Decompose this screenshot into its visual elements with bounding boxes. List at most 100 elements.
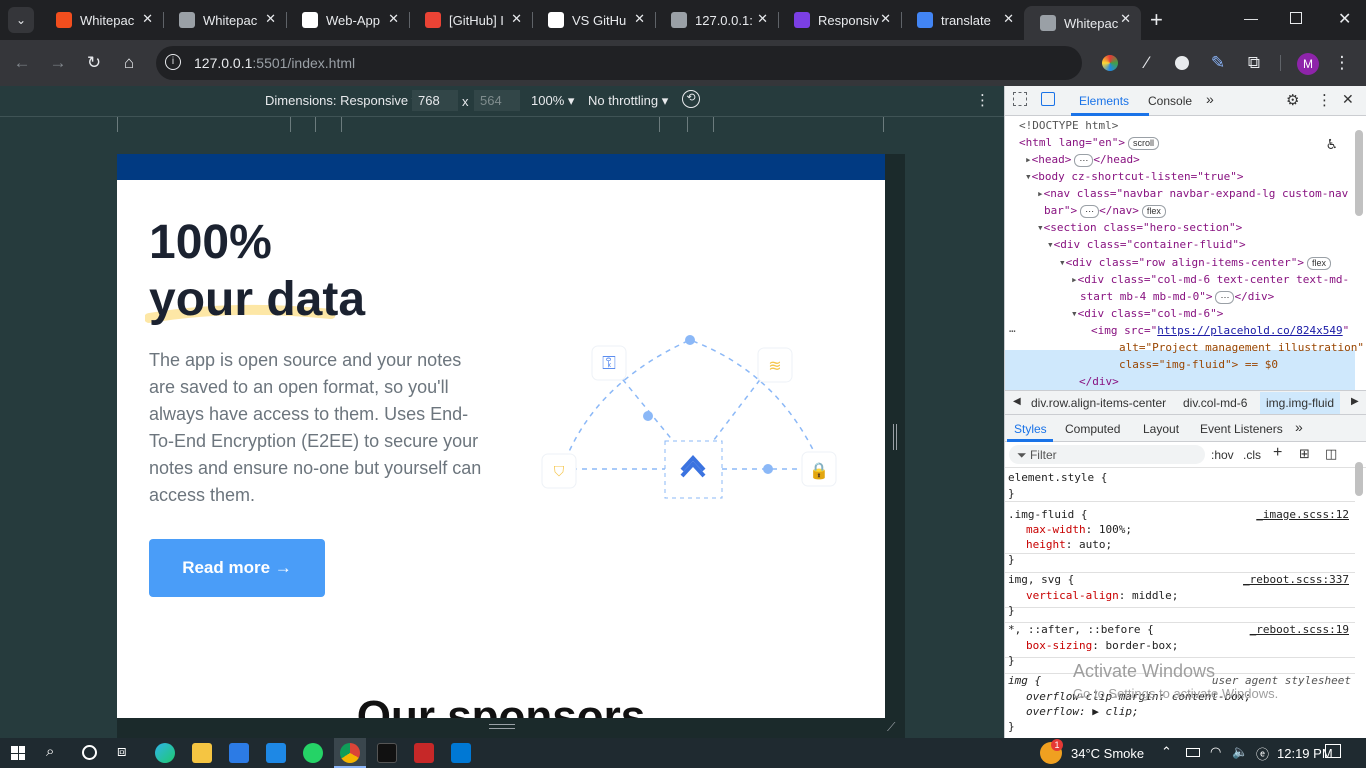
weather-text[interactable]: 34°C Smoke	[1071, 746, 1144, 761]
resize-handle-bottom[interactable]	[489, 724, 515, 729]
devtools-menu-icon[interactable]: ⋮	[1317, 91, 1332, 109]
url-text[interactable]: 127.0.0.1:5501/index.html	[194, 55, 355, 71]
universal-source-link[interactable]: _reboot.scss:19	[1250, 623, 1349, 636]
dom-img-node[interactable]: <img src="https://placehold.co/824x549"	[1091, 324, 1349, 337]
breadcrumb-right-icon[interactable]: ▶	[1351, 396, 1359, 407]
browser-tab[interactable]: Whitepac ✕	[1024, 6, 1141, 40]
close-window-button[interactable]: ✕	[1338, 9, 1351, 29]
extensions-puzzle-icon[interactable]: ⧉	[1242, 51, 1266, 75]
tab-close-icon[interactable]: ✕	[142, 11, 153, 27]
settings-gear-icon[interactable]: ⚙	[1286, 91, 1299, 109]
tray-chevron-icon[interactable]: ⌃	[1161, 744, 1172, 760]
dom-container-node[interactable]: ▾<div class="container-fluid">	[1047, 238, 1246, 251]
paint-icon[interactable]: ⊞	[1299, 446, 1310, 462]
whatsapp-icon[interactable]	[303, 743, 323, 763]
pen-extension-icon[interactable]: ✎	[1206, 51, 1230, 75]
tab-console[interactable]: Console	[1148, 94, 1192, 108]
extension-colorful-icon[interactable]	[1098, 51, 1122, 75]
wifi-icon[interactable]: ◠	[1210, 744, 1221, 760]
rule-img-user-agent[interactable]: img { user agent stylesheet overflow-cli…	[1005, 673, 1355, 733]
cortana-icon[interactable]	[82, 745, 97, 760]
resize-handle-right[interactable]	[893, 424, 897, 450]
resize-corner-icon[interactable]: ⟋	[887, 720, 895, 735]
height-input[interactable]: 564	[474, 90, 520, 111]
throttling-select[interactable]: No throttling ▾	[588, 93, 668, 109]
dom-scrollbar[interactable]	[1355, 130, 1363, 216]
tab-layout[interactable]: Layout	[1143, 422, 1179, 436]
tab-computed[interactable]: Computed	[1065, 422, 1120, 436]
device-more-icon[interactable]: ⋮	[975, 91, 990, 109]
close-devtools-icon[interactable]: ✕	[1342, 91, 1354, 108]
browser-tab[interactable]: VS GitHu ✕	[532, 6, 655, 34]
dom-body-node[interactable]: ▾<body cz-shortcut-listen="true">	[1025, 170, 1244, 183]
notifications-icon[interactable]	[1325, 744, 1341, 758]
search-icon[interactable]: ⌕	[46, 743, 54, 760]
browser-tab[interactable]: Web-App ✕	[286, 6, 409, 34]
tab-search-button[interactable]: ⌄	[8, 7, 34, 33]
img-fluid-source-link[interactable]: _image.scss:12	[1256, 508, 1349, 521]
volume-icon[interactable]: 🔈	[1232, 744, 1248, 760]
browser-tab[interactable]: translate ✕	[901, 6, 1024, 34]
browser-tab[interactable]: Whitepac ✕	[163, 6, 286, 34]
forward-icon[interactable]: →	[46, 51, 70, 75]
circle-extension-icon[interactable]	[1170, 51, 1194, 75]
chrome-icon[interactable]	[340, 743, 360, 763]
language-icon[interactable]: ⓔ	[1256, 744, 1269, 763]
tab-close-icon[interactable]: ✕	[265, 11, 276, 27]
tab-event-listeners[interactable]: Event Listeners	[1200, 422, 1283, 436]
store-icon[interactable]	[229, 743, 249, 763]
class-toggle[interactable]: .cls	[1243, 448, 1261, 462]
add-rule-icon[interactable]: +	[1273, 444, 1282, 462]
tab-elements[interactable]: Elements	[1079, 94, 1129, 108]
chrome-menu-icon[interactable]: ⋮	[1330, 51, 1354, 75]
tab-styles[interactable]: Styles	[1014, 422, 1047, 436]
battery-icon[interactable]	[1186, 748, 1200, 757]
styles-scrollbar[interactable]	[1355, 462, 1363, 496]
img-svg-source-link[interactable]: _reboot.scss:337	[1243, 573, 1349, 586]
dom-node-actions-icon[interactable]: …	[1009, 322, 1016, 335]
img-src-link[interactable]: https://placehold.co/824x549	[1157, 324, 1342, 337]
restore-button[interactable]	[1290, 12, 1302, 24]
back-icon[interactable]: ←	[10, 51, 34, 75]
reload-icon[interactable]: ↻	[82, 51, 106, 75]
dom-col1-node[interactable]: ▸<div class="col-md-6 text-center text-m…	[1071, 273, 1349, 286]
tab-close-icon[interactable]: ✕	[1003, 11, 1014, 27]
breadcrumb-col[interactable]: div.col-md-6	[1183, 396, 1247, 410]
rule-img-fluid[interactable]: .img-fluid { _image.scss:12 max-width: 1…	[1005, 504, 1355, 566]
inspect-element-icon[interactable]	[1013, 92, 1027, 106]
browser-tab[interactable]: 127.0.0.1: ✕	[655, 6, 778, 34]
dom-col2-node[interactable]: ▾<div class="col-md-6">	[1071, 307, 1223, 320]
dom-head-node[interactable]: ▸<head> ⋯ </head>	[1025, 153, 1140, 167]
rule-universal[interactable]: *, ::after, ::before { _reboot.scss:19 b…	[1005, 622, 1355, 667]
grid-app-icon[interactable]	[414, 743, 434, 763]
more-style-tabs-icon[interactable]: »	[1295, 419, 1303, 435]
filter-input[interactable]: ⏷ Filter	[1009, 445, 1205, 464]
zoom-select[interactable]: 100% ▾	[531, 93, 574, 109]
tab-close-icon[interactable]: ✕	[634, 11, 645, 27]
hover-state-toggle[interactable]: :hov	[1211, 448, 1234, 462]
more-tabs-icon[interactable]: »	[1206, 91, 1214, 107]
tab-close-icon[interactable]: ✕	[1120, 11, 1131, 27]
home-icon[interactable]: ⌂	[117, 51, 141, 75]
new-tab-button[interactable]: +	[1150, 8, 1163, 32]
device-toggle-icon[interactable]	[1041, 92, 1055, 106]
profile-avatar[interactable]: M	[1297, 53, 1319, 75]
width-input[interactable]: 768	[412, 90, 458, 111]
dom-nav-node[interactable]: ▸<nav class="navbar navbar-expand-lg cus…	[1037, 187, 1348, 200]
vscode-icon[interactable]	[451, 743, 471, 763]
task-view-icon[interactable]: ⧈	[117, 743, 127, 760]
browser-tab[interactable]: Whitepac ✕	[40, 6, 163, 34]
tab-close-icon[interactable]: ✕	[511, 11, 522, 27]
browser-tab[interactable]: [GitHub] I ✕	[409, 6, 532, 34]
dom-section-node[interactable]: ▾<section class="hero-section">	[1037, 221, 1242, 234]
dom-html-node[interactable]: <html lang="en"> scroll	[1019, 136, 1159, 150]
sidebar-toggle-icon[interactable]: ◫	[1325, 446, 1337, 462]
minimize-button[interactable]: —	[1244, 10, 1258, 26]
read-more-button[interactable]: Read more →	[149, 539, 325, 597]
eyedropper-extension-icon[interactable]: ⁄	[1135, 51, 1159, 75]
dark-app-icon[interactable]	[377, 743, 397, 763]
accessibility-icon[interactable]: ♿	[1327, 134, 1337, 153]
windows-start-icon[interactable]	[11, 746, 25, 760]
file-explorer-icon[interactable]	[192, 743, 212, 763]
dimensions-select[interactable]: Dimensions: Responsive ▾	[265, 93, 418, 109]
